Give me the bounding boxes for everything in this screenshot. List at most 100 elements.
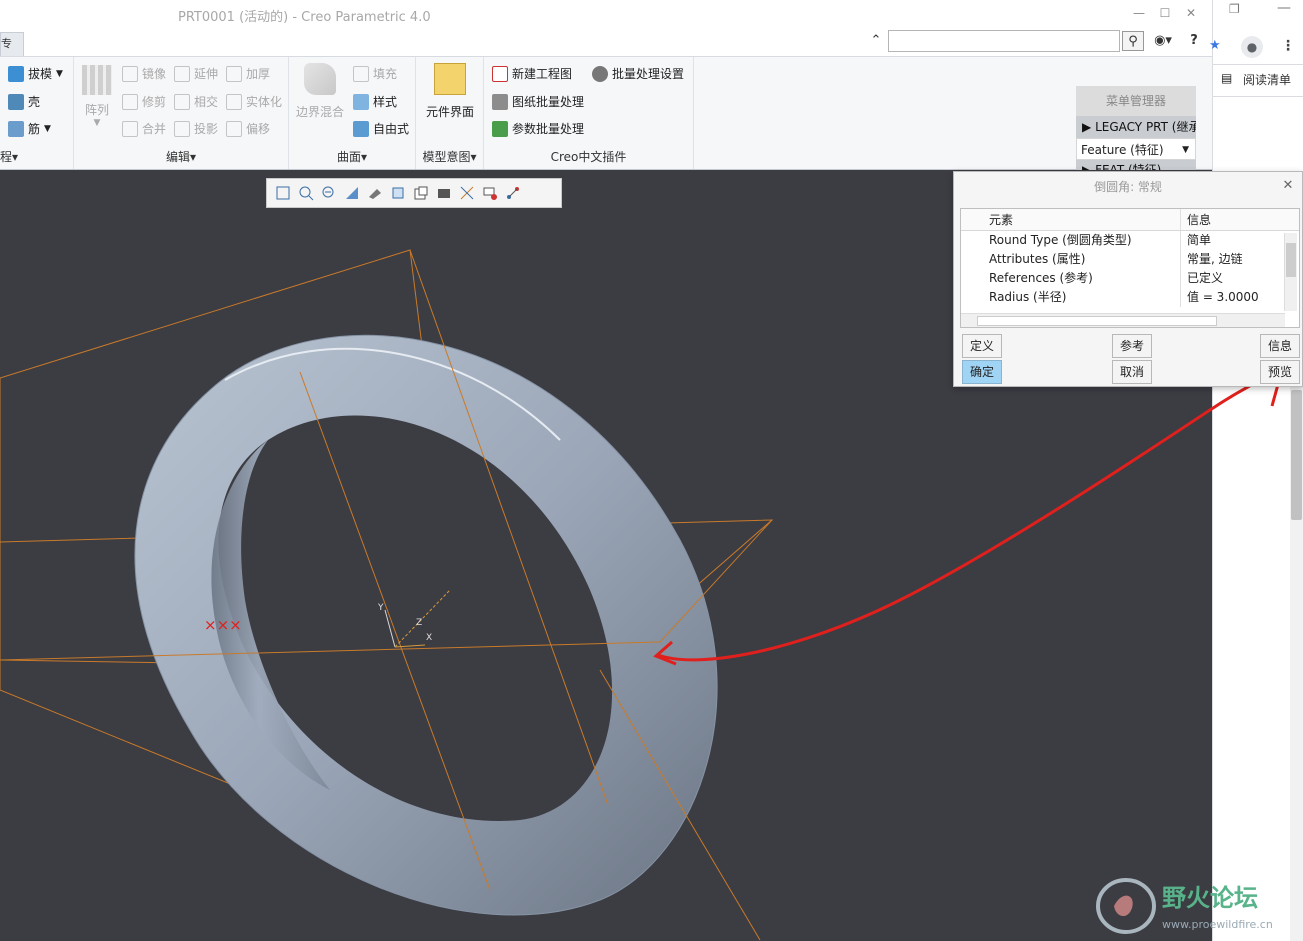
table-vertical-scrollbar[interactable] bbox=[1284, 233, 1297, 311]
group-surface: 边界混合 填充 样式 自由式 曲面▾ bbox=[289, 57, 416, 169]
window-title: PRT0001 (活动的) - Creo Parametric 4.0 bbox=[178, 10, 431, 25]
freestyle-button[interactable]: 自由式 bbox=[353, 120, 409, 137]
group-model-intent: 元件界面 模型意图▾ bbox=[416, 57, 484, 169]
repaint-icon[interactable] bbox=[342, 183, 362, 203]
profile-icon[interactable]: ● bbox=[1241, 36, 1263, 58]
define-button[interactable]: 定义 bbox=[962, 334, 1002, 358]
group-engineering: 拔模 ▼ 壳 筋 ▼ 程▾ bbox=[0, 57, 74, 169]
collapse-ribbon-icon[interactable]: ⌃ bbox=[866, 31, 886, 51]
fill-icon bbox=[353, 65, 369, 82]
group-model-intent-label[interactable]: 模型意图▾ bbox=[416, 148, 483, 165]
minimize-icon[interactable]: — bbox=[1128, 4, 1150, 22]
tab-stub[interactable]: 专 bbox=[0, 32, 24, 56]
restore-icon[interactable]: ❐ bbox=[1229, 2, 1240, 16]
intersect-button[interactable]: 相交 bbox=[174, 93, 218, 110]
table-row[interactable]: References (参考) 已定义 bbox=[961, 269, 1299, 288]
trim-button[interactable]: 修剪 bbox=[122, 93, 166, 110]
svg-text:Y: Y bbox=[377, 603, 384, 613]
watermark-title: 野火论坛 bbox=[1162, 884, 1258, 912]
search-input[interactable] bbox=[888, 30, 1120, 52]
view-manager-icon[interactable] bbox=[434, 183, 454, 203]
cancel-button[interactable]: 取消 bbox=[1112, 360, 1152, 384]
close-icon[interactable]: ✕ bbox=[1180, 4, 1202, 22]
table-row[interactable]: Attributes (属性) 常量, 边链 bbox=[961, 250, 1299, 269]
column-header-element: 元素 bbox=[961, 209, 1181, 230]
rib-icon bbox=[8, 120, 24, 137]
annotation-arrow bbox=[657, 406, 1212, 662]
style-button[interactable]: 样式 bbox=[353, 93, 397, 110]
saved-orientations-icon[interactable] bbox=[411, 183, 431, 203]
rib-button[interactable]: 筋 ▼ bbox=[8, 120, 51, 137]
shell-button[interactable]: 壳 bbox=[8, 93, 40, 110]
star-icon[interactable]: ★ bbox=[1209, 38, 1221, 53]
gear-icon bbox=[592, 65, 608, 82]
component-interface-button[interactable]: 元件界面 bbox=[422, 63, 478, 120]
extend-button[interactable]: 延伸 bbox=[174, 65, 218, 82]
dialog-title: 倒圆角: 常规 bbox=[1094, 180, 1162, 194]
datum-display-icon[interactable] bbox=[457, 183, 477, 203]
merge-button[interactable]: 合并 bbox=[122, 120, 166, 137]
preview-button[interactable]: 预览 bbox=[1260, 360, 1300, 384]
batch-icon bbox=[492, 93, 508, 110]
spin-center-icon[interactable] bbox=[503, 183, 523, 203]
batch-settings-button[interactable]: 批量处理设置 bbox=[592, 65, 684, 82]
solidify-button[interactable]: 实体化 bbox=[226, 93, 282, 110]
scrollbar-thumb[interactable] bbox=[1286, 243, 1296, 277]
menu-manager: 菜单管理器 ▶ LEGACY PRT (继承 Feature (特征) ▼ ▶ F… bbox=[1076, 86, 1196, 172]
zoom-out-icon[interactable] bbox=[319, 183, 339, 203]
drawing-batch-button[interactable]: 图纸批量处理 bbox=[492, 93, 584, 110]
menu-manager-title: 菜单管理器 bbox=[1076, 86, 1196, 116]
watermark-logo: 野火论坛 www.proewildfire.cn bbox=[1096, 878, 1273, 934]
community-icon[interactable]: ◉▾ bbox=[1148, 31, 1178, 51]
mirror-button[interactable]: 镜像 bbox=[122, 65, 166, 82]
ok-button[interactable]: 确定 bbox=[962, 360, 1002, 384]
offset-icon bbox=[226, 120, 242, 137]
refit-icon[interactable] bbox=[273, 183, 293, 203]
menu-legacy-prt[interactable]: ▶ LEGACY PRT (继承 bbox=[1076, 116, 1196, 138]
search-icon[interactable]: ⚲ bbox=[1122, 31, 1144, 51]
table-horizontal-scrollbar[interactable] bbox=[961, 313, 1285, 327]
group-creo-plugin-label: Creo中文插件 bbox=[550, 150, 627, 164]
boundary-blend-icon bbox=[304, 63, 336, 95]
draft-icon bbox=[8, 65, 24, 82]
creo-window: PRT0001 (活动的) - Creo Parametric 4.0 — ☐ … bbox=[0, 0, 1303, 941]
chevron-down-icon: ▼ bbox=[1182, 145, 1189, 155]
fill-button[interactable]: 填充 bbox=[353, 65, 397, 82]
more-menu-icon[interactable]: ⋮ bbox=[1281, 38, 1295, 54]
column-header-info: 信息 bbox=[1187, 213, 1212, 227]
info-button[interactable]: 信息 bbox=[1260, 334, 1300, 358]
boundary-blend-button[interactable]: 边界混合 bbox=[295, 63, 345, 120]
draft-button[interactable]: 拔模 ▼ bbox=[8, 65, 63, 82]
scrollbar-thumb[interactable] bbox=[1291, 390, 1302, 520]
table-row[interactable]: Round Type (倒圆角类型) 简单 bbox=[961, 231, 1299, 250]
offset-button[interactable]: 偏移 bbox=[226, 120, 270, 137]
param-batch-button[interactable]: 参数批量处理 bbox=[492, 120, 584, 137]
reading-list-link[interactable]: 阅读清单 bbox=[1243, 71, 1291, 88]
style-icon bbox=[353, 93, 369, 110]
help-icon[interactable]: ? bbox=[1184, 31, 1204, 51]
display-style-icon[interactable] bbox=[388, 183, 408, 203]
divider bbox=[1213, 96, 1303, 97]
pattern-button[interactable]: 阵列 ▼ bbox=[80, 65, 114, 128]
close-icon[interactable]: ✕ bbox=[1280, 178, 1296, 194]
intersect-icon bbox=[174, 93, 190, 110]
maximize-icon[interactable]: ☐ bbox=[1154, 4, 1176, 22]
zoom-in-icon[interactable] bbox=[296, 183, 316, 203]
annotation-display-icon[interactable] bbox=[480, 183, 500, 203]
table-row[interactable]: Radius (半径) 值 = 3.0000 bbox=[961, 288, 1299, 307]
group-edit-label[interactable]: 编辑▾ bbox=[74, 148, 288, 165]
thicken-button[interactable]: 加厚 bbox=[226, 65, 270, 82]
forum-watermark: 野火论坛 www.proewildfire.cn bbox=[1092, 872, 1303, 941]
group-surface-label[interactable]: 曲面▾ bbox=[289, 148, 415, 165]
group-edit: 阵列 ▼ 镜像 延伸 加厚 修剪 相交 实体化 合并 投影 偏移 编辑▾ bbox=[74, 57, 289, 169]
perspective-icon[interactable] bbox=[365, 183, 385, 203]
new-drawing-button[interactable]: 新建工程图 bbox=[492, 65, 572, 82]
scrollbar-thumb[interactable] bbox=[977, 316, 1217, 326]
svg-text:X: X bbox=[426, 633, 432, 643]
pattern-icon bbox=[82, 65, 112, 95]
minimize-icon[interactable]: — bbox=[1277, 0, 1291, 16]
project-button[interactable]: 投影 bbox=[174, 120, 218, 137]
feature-select[interactable]: Feature (特征) ▼ bbox=[1076, 138, 1196, 160]
group-engineering-label[interactable]: 程▾ bbox=[0, 148, 73, 165]
references-button[interactable]: 参考 bbox=[1112, 334, 1152, 358]
